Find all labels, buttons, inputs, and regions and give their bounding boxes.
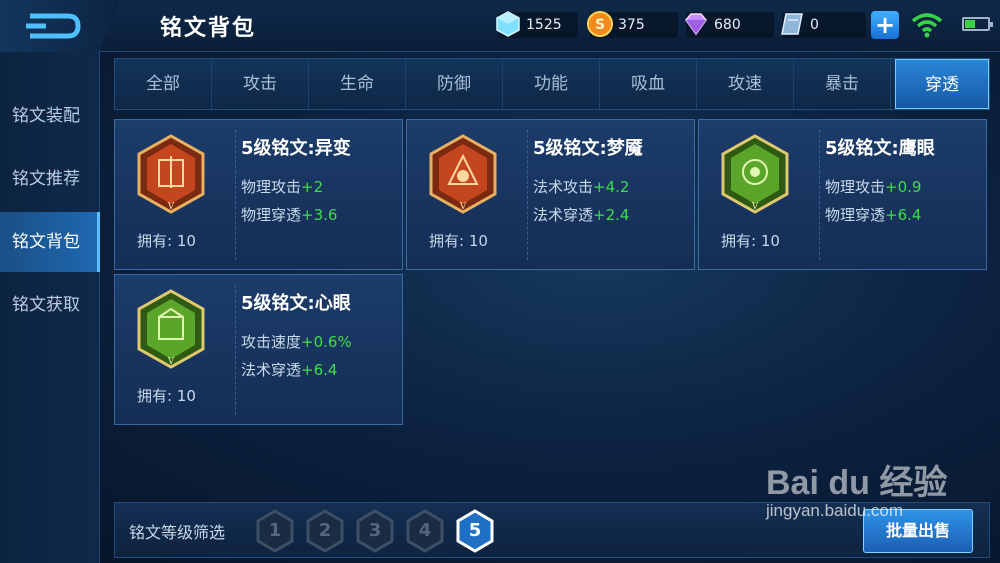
recharge-plus-button[interactable]: + (871, 11, 899, 39)
diamond-icon (685, 13, 707, 36)
back-button[interactable] (0, 0, 120, 52)
gold-amount: 375 (618, 17, 645, 33)
rune-card[interactable]: V 5级铭文:鹰眼 物理攻击+0.9 物理穿透+6.4 拥有: 10 (698, 119, 987, 270)
bulk-sell-button[interactable]: 批量出售 (863, 509, 973, 553)
crystal-balance: 1525 (496, 11, 578, 38)
battery-icon (962, 17, 993, 31)
rune-emblem-red-icon: V (429, 134, 497, 214)
rune-name: 5级铭文:心眼 (241, 293, 351, 314)
owned-count: 拥有: 10 (137, 387, 196, 405)
tab-health[interactable]: 生命 (309, 59, 406, 109)
crystal-amount: 1525 (526, 17, 562, 33)
level-filter-2[interactable]: 2 (305, 509, 345, 553)
svg-text:V: V (167, 202, 175, 212)
level-filter-3[interactable]: 3 (355, 509, 395, 553)
sidebar-item-rune-recommend[interactable]: 铭文推荐 (0, 149, 100, 209)
page-title: 铭文背包 (160, 16, 257, 41)
tab-attack[interactable]: 攻击 (212, 59, 309, 109)
rune-name: 5级铭文:异变 (241, 138, 351, 159)
svg-text:V: V (459, 202, 467, 212)
rune-emblem-red-icon: V (137, 134, 205, 214)
tab-crit[interactable]: 暴击 (794, 59, 891, 109)
tab-all[interactable]: 全部 (115, 59, 212, 109)
rune-name: 5级铭文:鹰眼 (825, 138, 935, 159)
rune-stat: 物理攻击+0.9 (825, 178, 922, 196)
top-bar: 铭文背包 1525 S 375 680 0 + (0, 0, 1000, 52)
rune-stat: 物理穿透+6.4 (825, 206, 922, 224)
voucher-amount: 0 (810, 17, 819, 33)
level-filter-4[interactable]: 4 (405, 509, 445, 553)
rune-card[interactable]: V 5级铭文:梦魇 法术攻击+4.2 法术穿透+2.4 拥有: 10 (406, 119, 695, 270)
crystal-icon (496, 11, 520, 37)
sidebar-item-rune-bag[interactable]: 铭文背包 (0, 212, 100, 272)
category-tabs: 全部 攻击 生命 防御 功能 吸血 攻速 暴击 穿透 (114, 58, 990, 110)
watermark-logo: Bai du 经验 (766, 464, 948, 502)
level-filter-1[interactable]: 1 (255, 509, 295, 553)
sidebar-item-rune-equip[interactable]: 铭文装配 (0, 86, 100, 146)
voucher-balance: 0 (781, 12, 866, 38)
rune-stat: 法术穿透+6.4 (241, 361, 338, 379)
svg-text:V: V (167, 357, 175, 367)
owned-count: 拥有: 10 (137, 232, 196, 250)
level-filter-label: 铭文等级筛选 (129, 523, 226, 542)
rune-stat: 法术攻击+4.2 (533, 178, 630, 196)
diamond-amount: 680 (714, 17, 741, 33)
rune-card[interactable]: V 5级铭文:心眼 攻击速度+0.6% 法术穿透+6.4 拥有: 10 (114, 274, 403, 425)
tab-lifesteal[interactable]: 吸血 (600, 59, 697, 109)
tab-utility[interactable]: 功能 (503, 59, 600, 109)
owned-count: 拥有: 10 (429, 232, 488, 250)
tab-defense[interactable]: 防御 (406, 59, 503, 109)
owned-count: 拥有: 10 (721, 232, 780, 250)
rune-name: 5级铭文:梦魇 (533, 138, 643, 159)
voucher-icon (781, 13, 803, 35)
rune-card[interactable]: V 5级铭文:异变 物理攻击+2 物理穿透+3.6 拥有: 10 (114, 119, 403, 270)
svg-text:V: V (751, 202, 759, 212)
rune-emblem-green-icon: V (137, 289, 205, 369)
back-arrow-icon (26, 13, 81, 39)
tab-penetration[interactable]: 穿透 (895, 59, 989, 109)
gold-coin-icon: S (587, 11, 613, 37)
tab-attack-speed[interactable]: 攻速 (697, 59, 794, 109)
sidebar-item-rune-obtain[interactable]: 铭文获取 (0, 275, 100, 335)
rune-stat: 法术穿透+2.4 (533, 206, 630, 224)
level-filter-5[interactable]: 5 (455, 509, 495, 553)
rune-stat: 物理攻击+2 (241, 178, 324, 196)
rune-emblem-green-icon: V (721, 134, 789, 214)
level-filter-bar: 铭文等级筛选 1 2 3 4 5 批量出售 (114, 502, 990, 558)
wifi-icon (911, 13, 943, 38)
diamond-balance: 680 (685, 12, 774, 38)
svg-text:S: S (595, 17, 605, 33)
gold-balance: S 375 (587, 11, 678, 38)
rune-stat: 物理穿透+3.6 (241, 206, 338, 224)
sidebar: 铭文装配 铭文推荐 铭文背包 铭文获取 (0, 52, 100, 563)
rune-stat: 攻击速度+0.6% (241, 333, 352, 351)
